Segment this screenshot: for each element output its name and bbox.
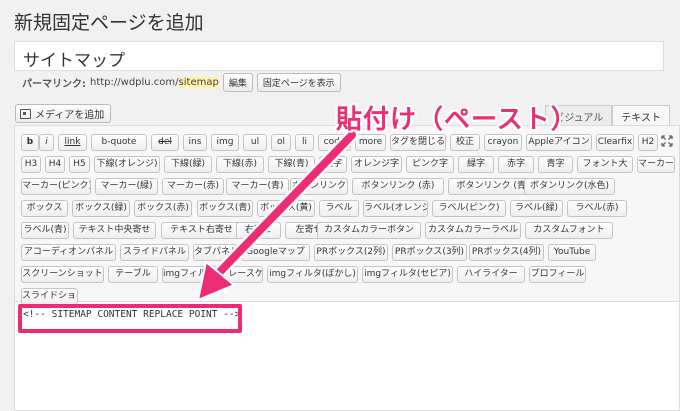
quicktag-button[interactable]: ラベル(ピンク) [432, 200, 506, 217]
quicktag-button[interactable]: ol [271, 134, 291, 151]
quicktag-button[interactable]: 下線(緑) [164, 156, 212, 173]
quicktag-button[interactable]: ボックス [21, 200, 68, 217]
quicktag-button[interactable]: imgフィルタ(セピア) [362, 266, 453, 283]
quicktag-button[interactable]: カスタムカラーラベル [425, 222, 521, 239]
quicktag-button[interactable]: 下線(オレンジ) [94, 156, 160, 173]
permalink-url[interactable]: http://wdplu.com/sitemap [90, 77, 219, 88]
quicktag-button[interactable]: 右寄せ [236, 222, 281, 239]
quicktag-button[interactable]: マーカー(赤) [162, 178, 224, 195]
quicktag-button[interactable]: crayon [484, 134, 522, 151]
quicktag-button[interactable]: Clearfix [596, 134, 634, 151]
quicktag-button[interactable]: PRボックス(3列) [392, 244, 467, 261]
quicktag-button[interactable]: ボックス(赤) [134, 200, 192, 217]
permalink-url-base: http://wdplu.com/ [90, 77, 179, 88]
quicktag-button[interactable]: オレンジ字 [351, 156, 402, 173]
quicktag-button[interactable]: マーカー [637, 156, 675, 173]
quicktag-button[interactable]: テキスト中央寄せ [73, 222, 156, 239]
quicktag-button[interactable]: b-quote [91, 134, 147, 151]
quicktag-button[interactable]: imgフィルタ(ぼかし) [267, 266, 358, 283]
quicktag-button[interactable]: フォント大 [577, 156, 633, 173]
editor: b i link b-quote del ins img ul ol li code more タグを閉… [14, 125, 680, 411]
quicktag-button[interactable]: スクリーンショット [21, 266, 104, 283]
quicktag-button[interactable]: テキスト右寄せ [161, 222, 242, 239]
quicktag-button[interactable]: タブパネル [193, 244, 237, 261]
content-highlight-box [18, 304, 242, 333]
quicktag-button[interactable]: ボックス(黄) [257, 200, 315, 217]
quicktag-button[interactable]: YouTube [548, 244, 596, 261]
quicktag-button[interactable]: カスタムカラーボタン [317, 222, 421, 239]
quicktag-button[interactable]: テーブル [108, 266, 158, 283]
quicktag-button[interactable]: ラベル(赤) [567, 200, 627, 217]
add-media-button[interactable]: メディアを追加 [15, 104, 112, 123]
quicktag-button[interactable]: H5 [69, 156, 90, 173]
page-title: 新規固定ページを追加 [14, 12, 204, 34]
quicktag-button[interactable]: アコーディオンパネル [21, 244, 116, 261]
quicktag-button[interactable]: マーカー(青) [226, 178, 289, 195]
quicktag-button[interactable]: H4 [45, 156, 65, 173]
quicktag-button[interactable]: 校正 [450, 134, 480, 151]
quicktag-button[interactable]: ul [243, 134, 267, 151]
quicktag-button[interactable]: ハイライター [457, 266, 525, 283]
quicktag-button[interactable]: 下線(赤) [216, 156, 264, 173]
quicktag-button[interactable]: スライドパネル [120, 244, 189, 261]
quicktag-button[interactable]: ピンク字 [406, 156, 454, 173]
quicktag-button[interactable]: プロフィール [529, 266, 586, 283]
quicktag-button[interactable]: img [211, 134, 239, 151]
quicktag-button[interactable]: タグを閉じる [390, 134, 446, 151]
permalink-row: パーマリンク: http://wdplu.com/sitemap 編集 固定ペー… [22, 73, 341, 92]
view-page-button[interactable]: 固定ページを表示 [256, 73, 341, 92]
media-icon [20, 108, 31, 119]
quicktag-button[interactable]: more [355, 134, 386, 151]
quicktag-button[interactable]: マーカー(緑) [95, 178, 158, 195]
quicktag-button[interactable]: del [151, 134, 179, 151]
quicktag-button[interactable]: imgフィルタ(グレースケール) [162, 266, 263, 283]
quicktag-button[interactable]: Appleアイコン [526, 134, 592, 151]
fullscreen-icon[interactable] [661, 135, 673, 147]
quicktag-button[interactable]: ラベル(緑) [510, 200, 563, 217]
quicktag-button[interactable]: 青字 [538, 156, 573, 173]
title-input[interactable]: サイトマップ [14, 41, 664, 71]
quicktag-button[interactable]: Googleマップ [241, 244, 310, 261]
quicktag-button[interactable]: code [318, 134, 351, 151]
paste-callout: 貼付け（ペースト） [336, 105, 578, 135]
quicktag-button[interactable]: link [58, 134, 87, 151]
add-media-label: メディアを追加 [35, 110, 105, 121]
quicktag-button[interactable]: ラベル(青) [21, 222, 69, 239]
quicktag-button[interactable]: ボタンリンク(水色) [524, 178, 615, 195]
quicktag-button[interactable]: スライドショー [21, 288, 78, 305]
quicktag-button[interactable]: 赤字 [498, 156, 534, 173]
quicktag-button[interactable]: 緑字 [458, 156, 494, 173]
quicktag-button[interactable]: H3 [21, 156, 41, 173]
quicktags-toolbar: b i link b-quote del ins img ul ol li code more タグを閉… [15, 126, 679, 305]
quicktag-button[interactable]: ボタンリンク [290, 178, 348, 195]
permalink-slug: sitemap [178, 77, 219, 88]
quicktag-button[interactable]: PRボックス(4列) [469, 244, 544, 261]
quicktag-button[interactable]: ボックス(青) [197, 200, 253, 217]
quicktag-button[interactable]: 太字 [319, 156, 347, 173]
quicktag-button[interactable]: ラベル [319, 200, 359, 217]
tab-text[interactable]: テキスト [612, 105, 670, 125]
quicktag-button[interactable]: ボックス(緑) [72, 200, 130, 217]
quicktag-button[interactable]: PRボックス(2列) [314, 244, 388, 261]
quicktag-button[interactable]: ボタンリンク (赤) [352, 178, 444, 195]
quicktag-button[interactable]: ラベル(オレンジ) [363, 200, 428, 217]
quicktag-button[interactable]: カスタムフォント [525, 222, 613, 239]
edit-permalink-button[interactable]: 編集 [222, 73, 253, 92]
permalink-label: パーマリンク: [22, 79, 86, 90]
quicktag-button[interactable]: 下線(青) [268, 156, 315, 173]
quicktag-button[interactable]: H2 [638, 134, 658, 151]
quicktag-button[interactable]: i [39, 134, 54, 151]
quicktag-button[interactable]: マーカー(ピンク) [21, 178, 91, 195]
quicktag-button[interactable]: ins [183, 134, 207, 151]
quicktag-button[interactable]: b [21, 134, 39, 151]
quicktag-button[interactable]: li [295, 134, 314, 151]
